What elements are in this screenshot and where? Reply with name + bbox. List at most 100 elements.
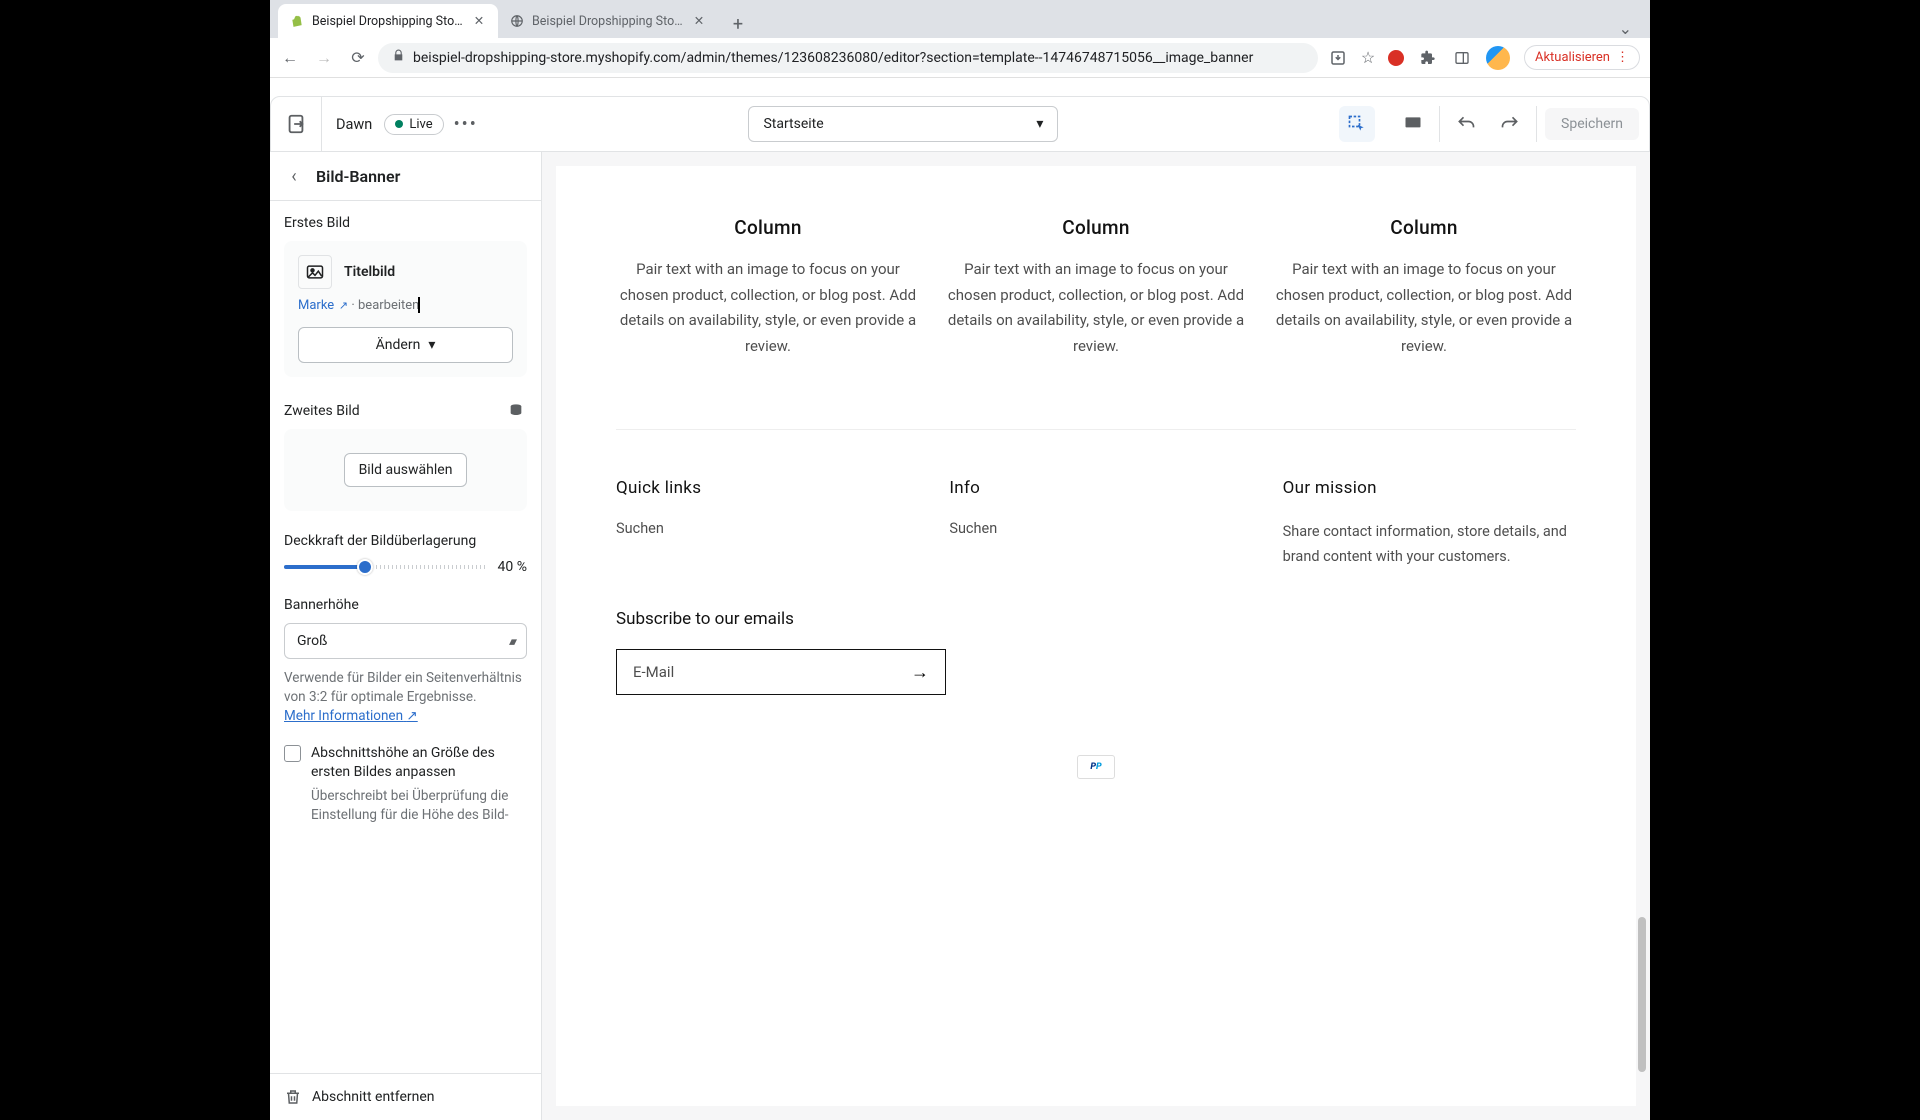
footer-link[interactable]: Suchen (616, 520, 909, 537)
install-icon[interactable] (1328, 48, 1348, 68)
slider-thumb[interactable] (357, 559, 373, 575)
select-image-button[interactable]: Bild auswählen (344, 453, 468, 487)
browser-tab[interactable]: Beispiel Dropshipping Store ✕ (498, 4, 718, 38)
url-text: beispiel-dropshipping-store.myshopify.co… (413, 50, 1253, 66)
back-button[interactable]: ← (280, 48, 300, 68)
tab-title: Beispiel Dropshipping Store (532, 14, 684, 29)
new-tab-button[interactable]: + (724, 10, 752, 38)
remove-section-button[interactable]: Abschnitt entfernen (270, 1073, 541, 1120)
image-name: Titelbild (344, 264, 395, 280)
second-image-card: Bild auswählen (284, 429, 527, 511)
footer-text: Share contact information, store details… (1283, 520, 1576, 569)
status-dot-icon (395, 120, 403, 128)
column: Column Pair text with an image to focus … (1272, 216, 1576, 359)
forward-button[interactable]: → (314, 48, 334, 68)
scroll-thumb[interactable] (1638, 917, 1646, 1072)
footer-heading: Quick links (616, 478, 909, 498)
banner-height-select[interactable]: Groß ▴▾ (284, 623, 527, 659)
divider (1536, 106, 1537, 142)
adapt-height-label: Abschnittshöhe an Größe des ersten Bilde… (311, 744, 527, 782)
select-arrows-icon: ▴▾ (509, 635, 514, 648)
column-text: Pair text with an image to focus on your… (616, 257, 920, 359)
column-title: Column (616, 216, 920, 239)
globe-favicon (510, 14, 524, 28)
brand-link[interactable]: Marke ↗ (298, 298, 348, 313)
email-placeholder: E-Mail (633, 663, 674, 681)
adapt-height-checkbox[interactable] (284, 745, 301, 762)
inspector-toggle[interactable] (1339, 106, 1375, 142)
text-cursor (418, 297, 420, 313)
more-info-link[interactable]: Mehr Informationen ↗ (284, 708, 418, 724)
multicolumn-section: Column Pair text with an image to focus … (616, 206, 1576, 429)
column-title: Column (944, 216, 1248, 239)
tab-title: Beispiel Dropshipping Store · D (312, 14, 464, 29)
paypal-icon: PP (1077, 755, 1115, 779)
settings-sidebar: ‹ Bild-Banner Erstes Bild Titelbild Mark… (270, 152, 542, 1120)
browser-tabbar: Beispiel Dropshipping Store · D ✕ Beispi… (270, 0, 1650, 38)
lock-icon (392, 49, 405, 66)
extensions-icon[interactable] (1418, 48, 1438, 68)
redo-button[interactable] (1492, 106, 1528, 142)
external-link-icon: ↗ (406, 708, 417, 724)
exit-editor-icon[interactable] (285, 113, 307, 135)
editor-topbar: Dawn Live ••• Startseite ▾ Speichern (270, 96, 1650, 152)
browser-tab-active[interactable]: Beispiel Dropshipping Store · D ✕ (278, 4, 498, 38)
column-text: Pair text with an image to focus on your… (1272, 257, 1576, 359)
subscribe-section: Subscribe to our emails E-Mail → (616, 599, 1576, 735)
first-image-label: Erstes Bild (284, 215, 527, 231)
payment-icons: PP (616, 735, 1576, 799)
dynamic-source-icon[interactable] (507, 403, 527, 419)
url-input[interactable]: beispiel-dropshipping-store.myshopify.co… (378, 43, 1318, 73)
save-button[interactable]: Speichern (1545, 108, 1639, 140)
overlay-opacity-slider[interactable] (284, 565, 488, 569)
caret-down-icon: ▾ (1036, 116, 1043, 132)
second-image-label: Zweites Bild (284, 403, 360, 419)
sidebar-header: ‹ Bild-Banner (270, 152, 541, 201)
trash-icon (284, 1088, 302, 1106)
overlay-opacity-label: Deckkraft der Bildüberlagerung (284, 533, 527, 549)
profile-avatar[interactable] (1486, 46, 1510, 70)
footer-heading: Our mission (1283, 478, 1576, 498)
section-title: Bild-Banner (316, 167, 400, 186)
theme-name: Dawn (322, 116, 372, 133)
image-meta: Marke ↗ · bearbeiten (298, 297, 513, 313)
close-icon[interactable]: ✕ (692, 14, 706, 28)
footer-section: Quick links Suchen Info Suchen Our missi… (616, 429, 1576, 599)
address-bar: ← → ⟳ beispiel-dropshipping-store.myshop… (270, 38, 1650, 78)
browser-update-button[interactable]: Aktualisieren ⋮ (1524, 45, 1640, 70)
main-layout: ‹ Bild-Banner Erstes Bild Titelbild Mark… (270, 152, 1650, 1120)
subscribe-title: Subscribe to our emails (616, 609, 1576, 629)
viewport-desktop-icon[interactable] (1395, 106, 1431, 142)
live-badge: Live (384, 114, 443, 135)
back-button[interactable]: ‹ (284, 166, 304, 186)
banner-height-label: Bannerhöhe (284, 597, 527, 613)
external-link-icon: ↗ (336, 299, 348, 312)
adapt-height-description: Überschreibt bei Überprüfung die Einstel… (311, 787, 527, 825)
overlay-opacity-value: 40 % (498, 559, 527, 575)
page-selector[interactable]: Startseite ▾ (748, 106, 1058, 142)
reload-button[interactable]: ⟳ (348, 48, 368, 68)
close-icon[interactable]: ✕ (472, 14, 486, 28)
chevron-down-icon[interactable]: ⌄ (1609, 19, 1642, 38)
first-image-card: Titelbild Marke ↗ · bearbeiten Ändern ▾ (284, 241, 527, 377)
divider (1439, 106, 1440, 142)
shopify-favicon (290, 14, 304, 28)
preview-frame[interactable]: Column Pair text with an image to focus … (556, 166, 1636, 1106)
more-actions-button[interactable]: ••• (444, 114, 488, 135)
sidepanel-icon[interactable] (1452, 48, 1472, 68)
email-input[interactable]: E-Mail → (616, 649, 946, 695)
undo-button[interactable] (1448, 106, 1484, 142)
column: Column Pair text with an image to focus … (944, 216, 1248, 359)
change-image-button[interactable]: Ändern ▾ (298, 327, 513, 363)
bookmark-icon[interactable]: ☆ (1358, 48, 1378, 68)
scrollbar[interactable] (1638, 152, 1646, 1120)
column-title: Column (1272, 216, 1576, 239)
caret-down-icon: ▾ (428, 337, 435, 353)
preview-area: Column Pair text with an image to focus … (542, 152, 1650, 1120)
footer-link[interactable]: Suchen (949, 520, 1242, 537)
extension-opera-icon[interactable] (1388, 50, 1404, 66)
arrow-right-icon[interactable]: → (911, 662, 929, 683)
image-thumbnail (298, 255, 332, 289)
kebab-icon: ⋮ (1616, 50, 1629, 65)
column-text: Pair text with an image to focus on your… (944, 257, 1248, 359)
